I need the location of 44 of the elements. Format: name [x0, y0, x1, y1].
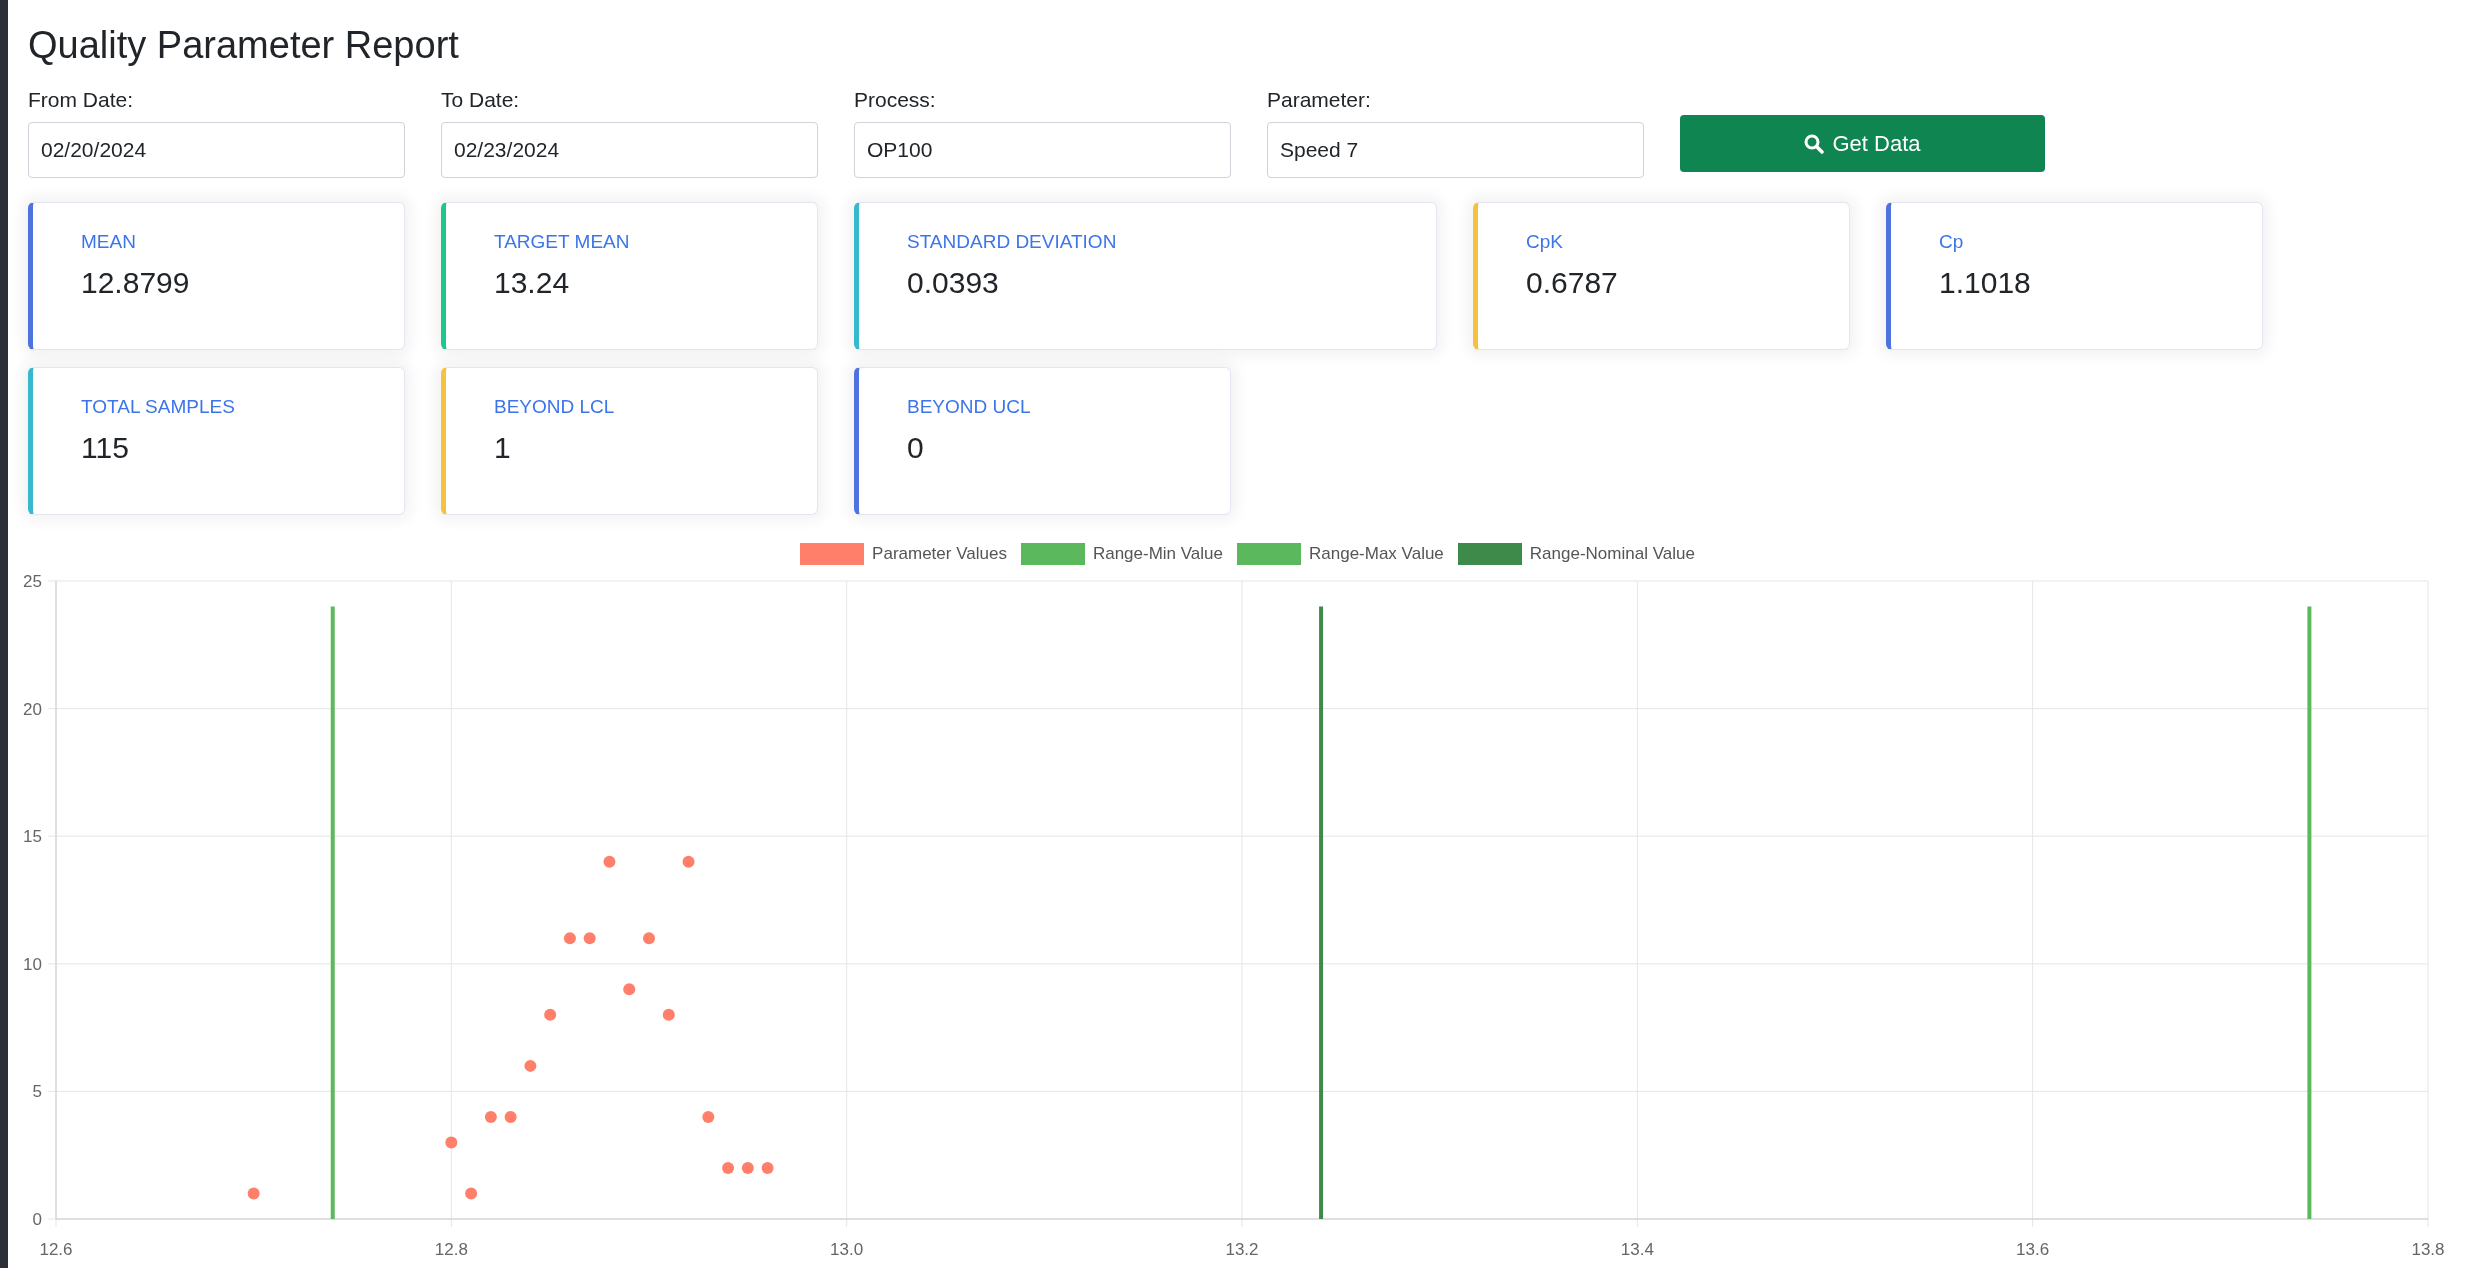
axis-tick-label: 25	[23, 571, 42, 591]
stat-label: CpK	[1526, 229, 1563, 254]
stat-value: 0	[907, 430, 924, 466]
axis-tick-label: 12.8	[434, 1239, 468, 1259]
axis-tick-label: 13.0	[830, 1239, 864, 1259]
stat-value: 13.24	[494, 265, 570, 301]
stat-label: BEYOND LCL	[494, 394, 615, 419]
axis-tick-label: 12.6	[39, 1239, 73, 1259]
axis-tick-label: 13.6	[2016, 1239, 2050, 1259]
stat-value: 12.8799	[81, 265, 190, 301]
input-field[interactable]: 02/23/2024	[441, 121, 818, 178]
axis-tick-label: 10	[23, 954, 42, 974]
field-label: To Date:	[441, 87, 520, 113]
input-field[interactable]: OP100	[854, 121, 1231, 178]
input-field[interactable]: 02/20/2024	[28, 121, 405, 178]
legend-label[interactable]: Range-Min Value	[1092, 540, 1223, 567]
stat-value: 0.0393	[907, 265, 999, 301]
stat-label: MEAN	[81, 229, 136, 254]
axis-tick-label: 0	[32, 1209, 42, 1229]
legend-label[interactable]: Range-Max Value	[1309, 540, 1444, 567]
stat-label: TOTAL SAMPLES	[81, 394, 235, 419]
stat-value: 1.1018	[1939, 265, 2031, 301]
page-title: Quality Parameter Report	[28, 26, 459, 64]
field-label: Parameter:	[1267, 87, 1371, 113]
stat-value: 115	[81, 430, 129, 466]
axis-tick-label: 13.2	[1225, 1239, 1259, 1259]
stat-label: TARGET MEAN	[494, 229, 630, 254]
search-icon	[1804, 133, 1825, 154]
axis-tick-label: 13.4	[1620, 1239, 1654, 1259]
axis-tick-label: 20	[23, 699, 42, 719]
stat-value: 0.6787	[1526, 265, 1618, 301]
field-label: Process:	[854, 87, 936, 113]
stat-label: BEYOND UCL	[907, 394, 1031, 419]
input-field[interactable]: Speed 7	[1267, 121, 1644, 178]
stat-label: STANDARD DEVIATION	[907, 229, 1117, 254]
axis-tick-label: 5	[32, 1081, 42, 1101]
axis-tick-label: 13.8	[2411, 1239, 2445, 1259]
field-label: From Date:	[28, 87, 134, 113]
stat-value: 1	[494, 430, 511, 466]
legend-label[interactable]: Parameter Values	[872, 540, 1007, 567]
axis-tick-label: 15	[23, 826, 42, 846]
legend-label[interactable]: Range-Nominal Value	[1529, 540, 1695, 567]
get-data-button[interactable]: Get Data	[1680, 115, 2045, 172]
stat-label: Cp	[1939, 229, 1964, 254]
